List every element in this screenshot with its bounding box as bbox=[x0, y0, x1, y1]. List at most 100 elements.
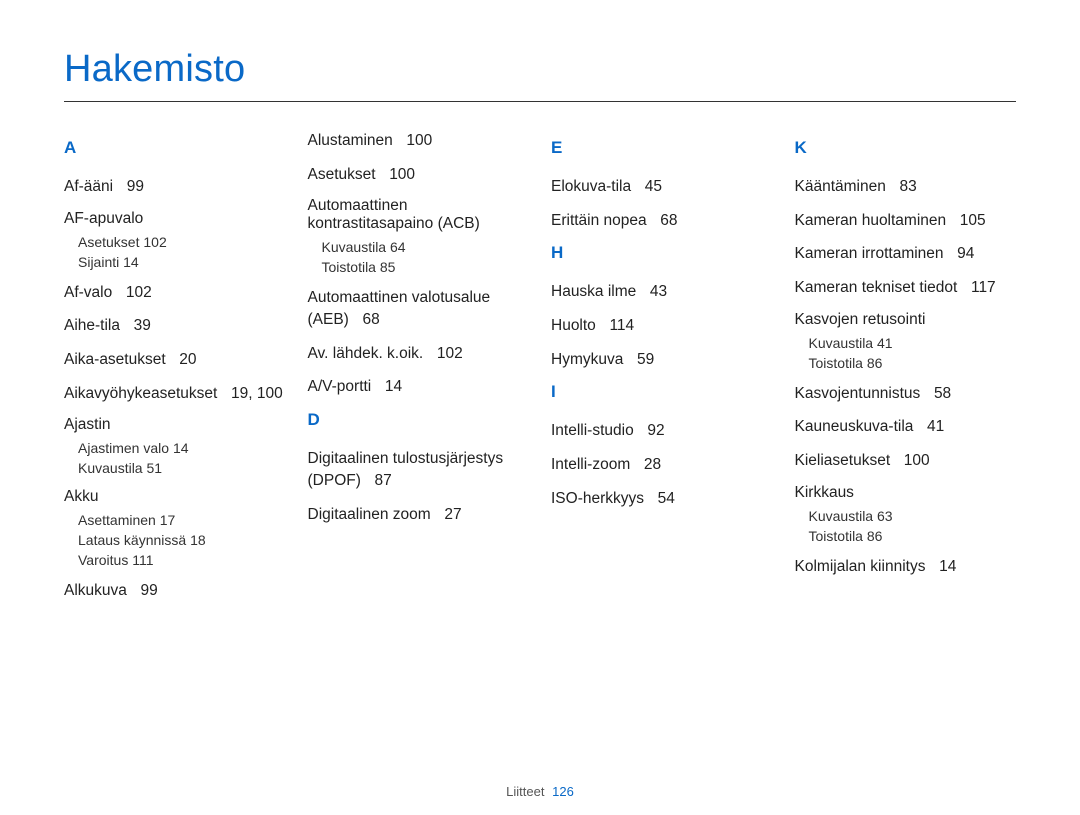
index-entry[interactable]: Intelli-zoom 28 bbox=[551, 454, 773, 476]
index-entry[interactable]: Hauska ilme 43 bbox=[551, 281, 773, 303]
index-subentry[interactable]: Lataus käynnissä 18 bbox=[78, 532, 286, 548]
index-subentry[interactable]: Kuvaustila 41 bbox=[809, 335, 1017, 351]
index-entry-pages: 92 bbox=[647, 422, 664, 439]
index-entry-label[interactable]: Automaattinen kontrastitasapaino (ACB) bbox=[308, 197, 530, 233]
index-entry[interactable]: Kääntäminen 83 bbox=[795, 176, 1017, 198]
index-entry-label[interactable]: Kirkkaus bbox=[795, 484, 1017, 502]
index-entry-label: Intelli-zoom bbox=[551, 456, 630, 473]
index-subentry[interactable]: Kuvaustila 63 bbox=[809, 508, 1017, 524]
index-entry[interactable]: Aikavyöhykeasetukset 19, 100 bbox=[64, 383, 286, 405]
index-entry[interactable]: Erittäin nopea 68 bbox=[551, 210, 773, 232]
index-entry-pages: 45 bbox=[645, 178, 662, 195]
index-entry-label: Kolmijalan kiinnitys bbox=[795, 558, 926, 575]
index-entry-label: Kauneuskuva-tila bbox=[795, 418, 914, 435]
index-entry-pages: 54 bbox=[658, 490, 675, 507]
index-subentry-label: Toistotila bbox=[809, 528, 863, 544]
page-footer: Liitteet 126 bbox=[0, 784, 1080, 799]
index-entry[interactable]: Kasvojentunnistus 58 bbox=[795, 383, 1017, 405]
index-entry[interactable]: Kameran irrottaminen 94 bbox=[795, 243, 1017, 265]
index-subentry-pages: 18 bbox=[190, 532, 206, 548]
index-entry-label: Hymykuva bbox=[551, 351, 623, 368]
index-entry-label: Asetukset bbox=[308, 166, 376, 183]
index-entry[interactable]: ISO-herkkyys 54 bbox=[551, 488, 773, 510]
index-entry-pages: 14 bbox=[939, 558, 956, 575]
index-subentry-label: Toistotila bbox=[322, 259, 376, 275]
index-entry-pages: 114 bbox=[609, 317, 634, 334]
index-entry: Automaattinen kontrastitasapaino (ACB) Ku… bbox=[308, 197, 530, 275]
index-entry-pages: 14 bbox=[385, 378, 402, 395]
index-subentry-label: Varoitus bbox=[78, 552, 128, 568]
index-subentry-label: Toistotila bbox=[809, 355, 863, 371]
index-subentry[interactable]: Asettaminen 17 bbox=[78, 512, 286, 528]
index-entry[interactable]: Automaattinen valotusalue (AEB) 68 bbox=[308, 287, 530, 330]
index-entry: Akku Asettaminen 17 Lataus käynnissä 18 Var… bbox=[64, 488, 286, 568]
index-subentry[interactable]: Ajastimen valo 14 bbox=[78, 440, 286, 456]
index-entry[interactable]: Af-ääni 99 bbox=[64, 176, 286, 198]
index-entry[interactable]: Elokuva-tila 45 bbox=[551, 176, 773, 198]
index-subentry[interactable]: Toistotila 86 bbox=[809, 355, 1017, 371]
index-entry[interactable]: Kieliasetukset 100 bbox=[795, 450, 1017, 472]
index-entry-pages: 94 bbox=[957, 245, 974, 262]
index-entry: Kasvojen retusointi Kuvaustila 41 Toistoti… bbox=[795, 311, 1017, 371]
index-column: Alustaminen 100Asetukset 100Automaattine… bbox=[308, 130, 530, 614]
index-entry[interactable]: Af-valo 102 bbox=[64, 282, 286, 304]
index-entry-pages: 68 bbox=[362, 311, 379, 328]
index-entry[interactable]: Asetukset 100 bbox=[308, 164, 530, 186]
index-subentry-label: Ajastimen valo bbox=[78, 440, 169, 456]
index-entry-pages: 99 bbox=[127, 178, 144, 195]
index-entry-pages: 100 bbox=[904, 452, 930, 469]
index-entry-label[interactable]: Ajastin bbox=[64, 416, 286, 434]
index-entry[interactable]: A/V-portti 14 bbox=[308, 376, 530, 398]
index-entry-label: Intelli-studio bbox=[551, 422, 634, 439]
index-entry-label[interactable]: Kasvojen retusointi bbox=[795, 311, 1017, 329]
index-entry-label: A/V-portti bbox=[308, 378, 372, 395]
index-entry[interactable]: Intelli-studio 92 bbox=[551, 420, 773, 442]
index-subentry-pages: 86 bbox=[867, 355, 883, 371]
index-subentry[interactable]: Kuvaustila 51 bbox=[78, 460, 286, 476]
index-subentry[interactable]: Sijainti 14 bbox=[78, 254, 286, 270]
index-subentry[interactable]: Kuvaustila 64 bbox=[322, 239, 530, 255]
index-entry-pages: 19, 100 bbox=[231, 385, 283, 402]
index-entry[interactable]: Digitaalinen zoom 27 bbox=[308, 504, 530, 526]
index-entry-pages: 100 bbox=[389, 166, 415, 183]
section-letter: K bbox=[795, 138, 1017, 158]
section-letter: E bbox=[551, 138, 773, 158]
index-entry-pages: 41 bbox=[927, 418, 944, 435]
index-entry[interactable]: Aihe-tila 39 bbox=[64, 315, 286, 337]
index-entry[interactable]: Av. lähdek. k.oik. 102 bbox=[308, 343, 530, 365]
index-entry[interactable]: Digitaalinen tulostusjärjestys (DPOF) 87 bbox=[308, 448, 530, 491]
index-entry-pages: 100 bbox=[406, 132, 432, 149]
index-entry-pages: 99 bbox=[141, 582, 158, 599]
index-subentry[interactable]: Toistotila 86 bbox=[809, 528, 1017, 544]
index-entry[interactable]: Kameran huoltaminen 105 bbox=[795, 210, 1017, 232]
index-entry[interactable]: Alkukuva 99 bbox=[64, 580, 286, 602]
section-letter: I bbox=[551, 382, 773, 402]
index-subentry[interactable]: Varoitus 111 bbox=[78, 552, 286, 568]
index-entry[interactable]: Huolto 114 bbox=[551, 315, 773, 337]
index-entry[interactable]: Kauneuskuva-tila 41 bbox=[795, 416, 1017, 438]
index-entry-label[interactable]: Akku bbox=[64, 488, 286, 506]
index-entry[interactable]: Kolmijalan kiinnitys 14 bbox=[795, 556, 1017, 578]
index-entry[interactable]: Kameran tekniset tiedot 117 bbox=[795, 277, 1017, 299]
index-entry-label: Kameran irrottaminen bbox=[795, 245, 944, 262]
index-entry[interactable]: Aika-asetukset 20 bbox=[64, 349, 286, 371]
index-entry-label[interactable]: AF-apuvalo bbox=[64, 210, 286, 228]
index-entry-pages: 105 bbox=[960, 212, 986, 229]
index-subentry-pages: 14 bbox=[173, 440, 189, 456]
index-entry-label: Av. lähdek. k.oik. bbox=[308, 345, 424, 362]
index-entry-label: Digitaalinen tulostusjärjestys (DPOF) bbox=[308, 450, 504, 489]
index-subentry[interactable]: Toistotila 85 bbox=[322, 259, 530, 275]
index-entry-label: Automaattinen valotusalue (AEB) bbox=[308, 289, 491, 328]
index-entry-label: Aihe-tila bbox=[64, 317, 120, 334]
index-entry[interactable]: Hymykuva 59 bbox=[551, 349, 773, 371]
index-entry-label: Af-valo bbox=[64, 284, 112, 301]
index-entry: Kirkkaus Kuvaustila 63 Toistotila 86 bbox=[795, 484, 1017, 544]
index-subentry[interactable]: Asetukset 102 bbox=[78, 234, 286, 250]
index-entry-label: Elokuva-tila bbox=[551, 178, 631, 195]
index-entry-label: Aikavyöhykeasetukset bbox=[64, 385, 217, 402]
index-entry-label: Kameran huoltaminen bbox=[795, 212, 947, 229]
index-entry-pages: 58 bbox=[934, 385, 951, 402]
index-entry-label: Alustaminen bbox=[308, 132, 393, 149]
index-entry[interactable]: Alustaminen 100 bbox=[308, 130, 530, 152]
index-subentry-label: Kuvaustila bbox=[78, 460, 143, 476]
